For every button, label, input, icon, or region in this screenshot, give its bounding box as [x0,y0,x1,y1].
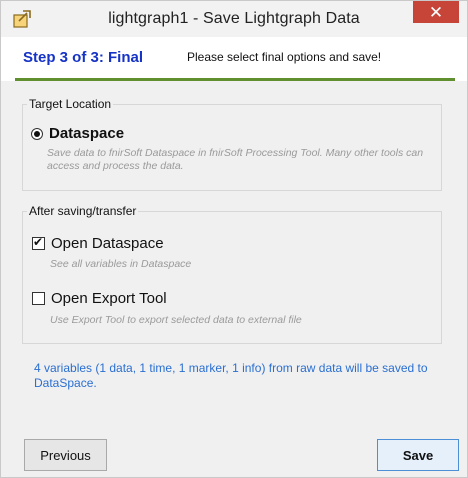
after-saving-legend: After saving/transfer [29,204,137,218]
open-dataspace-option[interactable]: Open Dataspace [32,235,164,252]
window-title: lightgraph1 - Save Lightgraph Data [108,10,360,27]
open-export-tool-checkbox[interactable] [32,292,45,305]
dataspace-description: Save data to fnirSoft Dataspace in fnirS… [47,147,424,172]
dialog-window: lightgraph1 - Save Lightgraph Data ✕ Ste… [0,0,468,478]
target-location-group: Target Location [22,97,442,191]
close-button[interactable]: ✕ [413,1,459,23]
open-export-tool-option[interactable]: Open Export Tool [32,290,167,307]
step-hint: Please select final options and save! [187,50,382,64]
open-dataspace-label[interactable]: Open Dataspace [51,235,164,252]
dataspace-radio[interactable] [31,127,43,140]
status-message: 4 variables (1 data, 1 time, 1 marker, 1… [34,361,428,390]
step-title: Step 3 of 3: Final [23,49,144,66]
open-dataspace-description: See all variables in Dataspace [50,258,192,270]
open-dataspace-checkbox[interactable] [32,235,45,250]
open-export-tool-description: Use Export Tool to export selected data … [50,314,302,326]
save-button[interactable]: Save [377,439,459,471]
target-location-legend: Target Location [29,97,112,111]
wizard-header: Step 3 of 3: Final Please select final o… [1,37,467,78]
open-export-tool-label[interactable]: Open Export Tool [51,290,167,307]
previous-button[interactable]: Previous [24,439,107,471]
dataspace-radio-label[interactable]: Dataspace [49,125,124,142]
title-bar[interactable]: lightgraph1 - Save Lightgraph Data ✕ [1,1,467,37]
dataspace-radio-option[interactable]: Dataspace [31,125,124,142]
